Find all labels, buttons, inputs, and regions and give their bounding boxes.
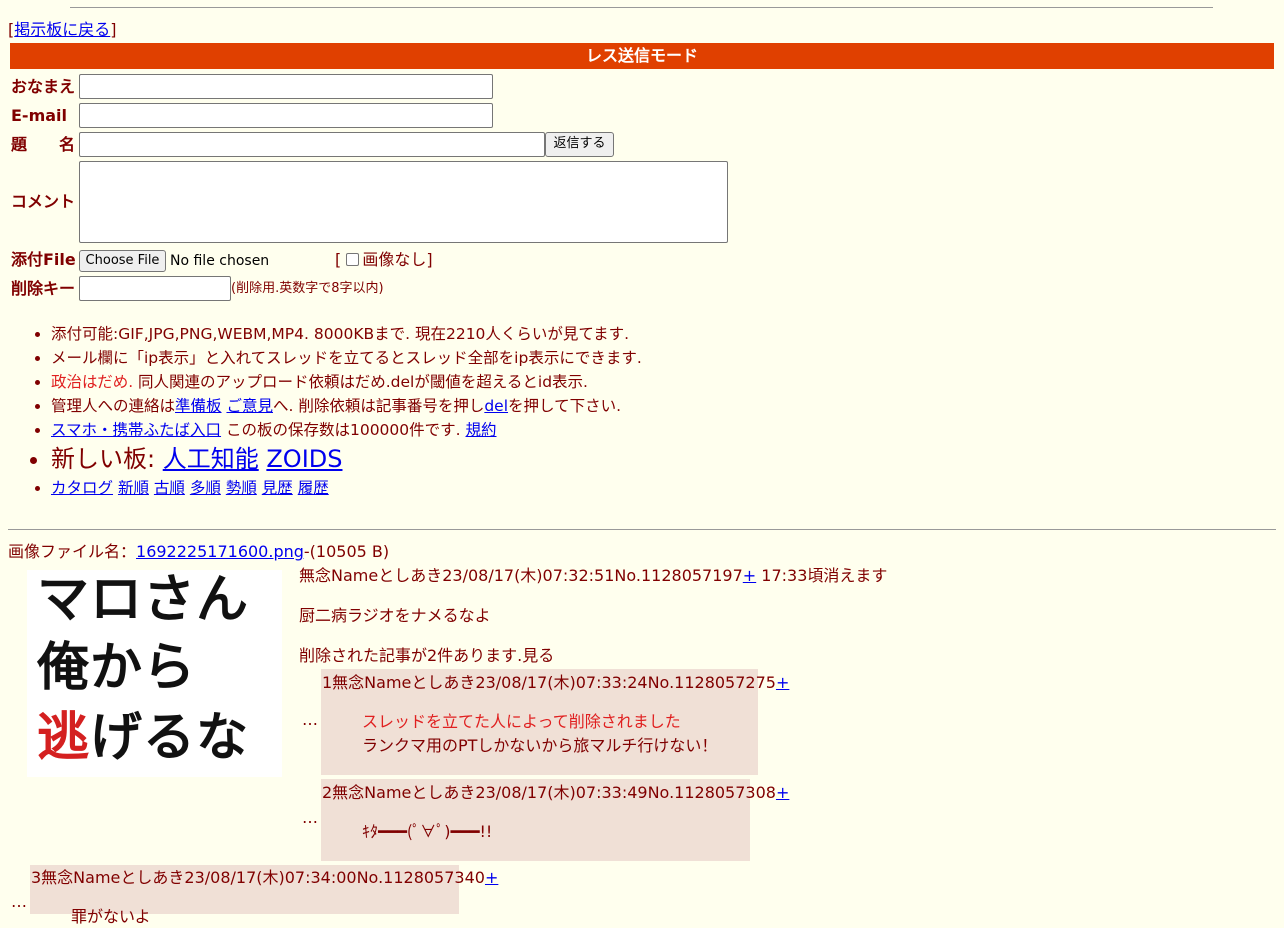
sort-links: カタログ 新順 古順 多順 勢順 見歴 履歴	[51, 476, 1251, 500]
comment-label: コメント	[11, 192, 76, 211]
reply-2-body: ｷﾀ━━━(ﾟ∀ﾟ)━━━!!	[362, 822, 493, 841]
reply-3-plus-link[interactable]: +	[485, 868, 498, 887]
op-body: 厨二病ラジオをナメるなよ	[299, 606, 491, 625]
rule-mobile: スマホ・携帯ふたば入口 この板の保存数は100000件です. 規約	[51, 418, 1251, 442]
back-nav: [掲示板に戻る]	[8, 20, 117, 39]
name-label: おなまえ	[11, 77, 76, 96]
top-divider	[70, 7, 1213, 8]
deleted-posts-notice[interactable]: 削除された記事が2件あります.見る	[299, 645, 554, 667]
zoids-board-link[interactable]: ZOIDS	[266, 445, 342, 473]
subject-input[interactable]	[79, 132, 545, 157]
reply-1-plus-link[interactable]: +	[776, 673, 789, 692]
sort-most-link[interactable]: 多順	[190, 479, 221, 497]
del-link[interactable]: del	[484, 397, 508, 415]
reply-3-ellipsis: …	[11, 892, 27, 911]
name-input[interactable]	[79, 74, 493, 99]
reply-1-header: 1無念Nameとしあき23/08/17(木)07:33:24No.1128057…	[322, 673, 790, 692]
board-rules-list: 添付可能:GIF,JPG,PNG,WEBM,MP4. 8000KBまで. 現在2…	[20, 322, 1251, 500]
choose-file-button[interactable]: Choose File	[79, 250, 166, 272]
sort-old-link[interactable]: 古順	[154, 479, 185, 497]
reply-2-ellipsis: …	[302, 808, 318, 827]
rule-politics: 政治はだめ. 同人関連のアップロード依頼はだめ.delが閾値を超えるとid表示.	[51, 370, 1251, 394]
reply-2: 2無念Nameとしあき23/08/17(木)07:33:49No.1128057…	[321, 779, 789, 861]
submit-reply-button[interactable]: 返信する	[545, 132, 614, 157]
rule-contact: 管理人への連絡は準備板 ご意見へ. 削除依頼は記事番号を押しdelを押して下さい…	[51, 394, 1251, 418]
post-history-link[interactable]: 履歴	[298, 479, 329, 497]
no-file-chosen-text: No file chosen	[170, 253, 270, 269]
reply-1-body: ランクマ用のPTしかないから旅マルチ行けない！	[362, 736, 718, 755]
prep-board-link[interactable]: 準備板	[175, 397, 222, 415]
reply-2-plus-link[interactable]: +	[776, 783, 789, 802]
reply-2-header: 2無念Nameとしあき23/08/17(木)07:33:49No.1128057…	[322, 783, 790, 802]
sort-new-link[interactable]: 新順	[118, 479, 149, 497]
op-header: 無念Nameとしあき23/08/17(木)07:32:51No.11280571…	[299, 566, 888, 585]
thread-divider	[8, 529, 1276, 530]
rule-attachments: 添付可能:GIF,JPG,PNG,WEBM,MP4. 8000KBまで. 現在2…	[51, 322, 1251, 346]
terms-link[interactable]: 規約	[466, 421, 497, 439]
reply-1-ellipsis: …	[302, 710, 318, 729]
rule-ip-display: メール欄に「ip表示」と入れてスレッドを立てるとスレッド全部をip表示にできます…	[51, 346, 1251, 370]
file-info: 画像ファイル名：1692225171600.png-(10505 B)	[8, 542, 390, 561]
delete-key-input[interactable]	[79, 276, 231, 301]
delete-key-note: (削除用.英数字で8字以内)	[231, 281, 384, 296]
delete-key-label: 削除キー	[11, 279, 76, 298]
mobile-entrance-link[interactable]: スマホ・携帯ふたば入口	[51, 421, 221, 439]
thumb-text-line-3: 逃げるな	[37, 708, 250, 768]
sort-momentum-link[interactable]: 勢順	[226, 479, 257, 497]
subject-label: 題 名	[11, 135, 76, 154]
no-image-checkbox[interactable]	[346, 253, 360, 266]
back-to-board-link[interactable]: 掲示板に戻る	[14, 20, 110, 39]
email-label: E-mail	[11, 106, 68, 125]
feedback-link[interactable]: ご意見	[226, 397, 273, 415]
catalog-link[interactable]: カタログ	[51, 479, 113, 497]
no-image-label: 画像なし	[362, 250, 427, 269]
reply-3-body: 罪がないよ	[71, 907, 151, 926]
comment-textarea[interactable]	[79, 161, 728, 243]
file-label: 添付File	[11, 250, 76, 269]
reply-3: 3無念Nameとしあき23/08/17(木)07:34:00No.1128057…	[30, 865, 498, 926]
op-plus-link[interactable]: +	[743, 566, 756, 585]
new-boards: 新しい板: 人工知能 ZOIDS	[51, 442, 1251, 476]
reply-mode-banner: レス送信モード	[10, 43, 1274, 69]
viewed-history-link[interactable]: 見歴	[262, 479, 293, 497]
reply-1: 1無念Nameとしあき23/08/17(木)07:33:24No.1128057…	[321, 669, 789, 775]
reply-1-deleted-line: スレッドを立てた人によって削除されました	[362, 712, 681, 731]
ai-board-link[interactable]: 人工知能	[163, 445, 259, 473]
no-image-option: [ 画像なし]	[335, 250, 433, 269]
image-file-link[interactable]: 1692225171600.png	[136, 542, 304, 561]
reply-3-header: 3無念Nameとしあき23/08/17(木)07:34:00No.1128057…	[31, 868, 499, 887]
thread-image-thumbnail[interactable]: マロさん 俺から 逃げるな	[27, 570, 282, 777]
thumb-text-line-2: 俺から	[37, 638, 197, 698]
thumb-text-line-1: マロさん	[37, 570, 250, 630]
email-input[interactable]	[79, 103, 493, 128]
